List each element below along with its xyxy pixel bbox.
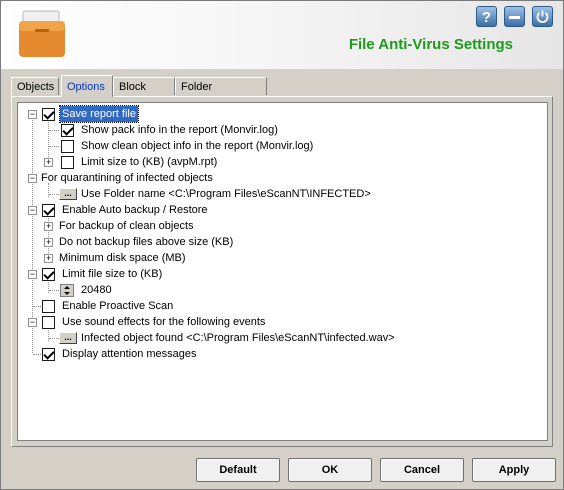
collapse-toggle[interactable]: −	[28, 206, 37, 215]
close-button[interactable]	[532, 6, 553, 27]
tree-line	[33, 306, 41, 307]
header-banner: File Anti-Virus Settings ?	[1, 1, 563, 69]
limit-file-size-checkbox[interactable]	[42, 268, 55, 281]
tree-item-file-size-value[interactable]: 20480	[18, 282, 547, 298]
tree-item-limit-size[interactable]: + Limit size to (KB) (avpM.rpt)	[18, 154, 547, 170]
tab-objects[interactable]: Objects	[11, 77, 59, 95]
tree-item-show-clean-info[interactable]: Show clean object info in the report (Mo…	[18, 138, 547, 154]
tree-item-label: Infected object found <C:\Program Files\…	[81, 332, 395, 344]
browse-sound-button[interactable]: ...	[59, 332, 77, 344]
proactive-scan-checkbox[interactable]	[42, 300, 55, 313]
save-report-checkbox[interactable]	[42, 108, 55, 121]
tree-item-folder-name[interactable]: ... Use Folder name <C:\Program Files\eS…	[18, 186, 547, 202]
tree-item-label: For backup of clean objects	[59, 220, 194, 232]
minimize-button[interactable]	[504, 6, 525, 27]
tree-item-show-pack-info[interactable]: Show pack info in the report (Monvir.log…	[18, 122, 547, 138]
expand-toggle[interactable]: +	[44, 158, 53, 167]
tree-item-quarantine[interactable]: − For quarantining of infected objects	[18, 170, 547, 186]
settings-window: File Anti-Virus Settings ? Objects Optio…	[0, 0, 564, 490]
tree-item-label: Display attention messages	[62, 348, 197, 360]
default-button[interactable]: Default	[196, 458, 280, 482]
tree-line	[49, 194, 59, 195]
expand-toggle[interactable]: +	[44, 222, 53, 231]
tree-item-backup-clean[interactable]: + For backup of clean objects	[18, 218, 547, 234]
tree-item-auto-backup[interactable]: − Enable Auto backup / Restore	[18, 202, 547, 218]
ok-button[interactable]: OK	[288, 458, 372, 482]
file-size-value: 20480	[81, 284, 112, 296]
tree-item-label: Enable Proactive Scan	[62, 300, 174, 312]
tree-line	[49, 290, 59, 291]
limit-size-checkbox[interactable]	[61, 156, 74, 169]
help-button[interactable]: ?	[476, 6, 497, 27]
spin-up-icon[interactable]	[64, 286, 70, 289]
size-spinner[interactable]	[60, 284, 74, 297]
options-tree[interactable]: − Save report file Show pack info in the…	[17, 102, 548, 441]
collapse-toggle[interactable]: −	[28, 270, 37, 279]
power-icon	[536, 10, 549, 23]
tree-line	[49, 338, 59, 339]
cancel-button[interactable]: Cancel	[380, 458, 464, 482]
tree-item-label: Use Folder name <C:\Program Files\eScanN…	[81, 188, 371, 200]
tab-folder-protection[interactable]: Folder Protection	[175, 77, 267, 111]
show-clean-info-checkbox[interactable]	[61, 140, 74, 153]
tree-item-label: Use sound effects for the following even…	[62, 316, 266, 328]
tree-item-label: Enable Auto backup / Restore	[62, 204, 208, 216]
folder-icon	[19, 10, 65, 57]
tree-item-min-disk[interactable]: + Minimum disk space (MB)	[18, 250, 547, 266]
attention-messages-checkbox[interactable]	[42, 348, 55, 361]
tree-item-label: Limit size to (KB) (avpM.rpt)	[81, 156, 218, 168]
expand-toggle[interactable]: +	[44, 254, 53, 263]
tree-item-label: For quarantining of infected objects	[41, 172, 213, 184]
page-title: File Anti-Virus Settings	[348, 36, 513, 53]
tree-item-label: Save report file	[59, 105, 139, 123]
collapse-toggle[interactable]: −	[28, 174, 37, 183]
apply-button[interactable]: Apply	[472, 458, 556, 482]
tree-item-label: Show pack info in the report (Monvir.log…	[81, 124, 278, 136]
tree-item-label: Do not backup files above size (KB)	[59, 236, 234, 248]
collapse-toggle[interactable]: −	[28, 110, 37, 119]
tree-item-label: Limit file size to (KB)	[62, 268, 163, 280]
tree-item-label: Minimum disk space (MB)	[59, 252, 186, 264]
tab-block-files[interactable]: Block Files	[113, 77, 175, 111]
show-pack-info-checkbox[interactable]	[61, 124, 74, 137]
tree-line	[49, 130, 59, 131]
collapse-toggle[interactable]: −	[28, 318, 37, 327]
tab-options[interactable]: Options	[61, 75, 113, 97]
tree-line	[33, 354, 41, 355]
spin-down-icon[interactable]	[64, 292, 70, 295]
tree-item-sound-effects[interactable]: − Use sound effects for the following ev…	[18, 314, 547, 330]
tree-line	[49, 146, 59, 147]
minimize-icon	[509, 16, 520, 19]
tree-item-limit-file-size[interactable]: − Limit file size to (KB)	[18, 266, 547, 282]
tree-item-infected-sound[interactable]: ... Infected object found <C:\Program Fi…	[18, 330, 547, 346]
tree-item-proactive-scan[interactable]: Enable Proactive Scan	[18, 298, 547, 314]
auto-backup-checkbox[interactable]	[42, 204, 55, 217]
tree-item-attention-messages[interactable]: Display attention messages	[18, 346, 547, 362]
sound-effects-checkbox[interactable]	[42, 316, 55, 329]
tree-item-backup-size[interactable]: + Do not backup files above size (KB)	[18, 234, 547, 250]
browse-folder-button[interactable]: ...	[59, 188, 77, 200]
tree-item-label: Show clean object info in the report (Mo…	[81, 140, 314, 152]
tree-item-save-report[interactable]: − Save report file	[18, 105, 547, 123]
expand-toggle[interactable]: +	[44, 238, 53, 247]
